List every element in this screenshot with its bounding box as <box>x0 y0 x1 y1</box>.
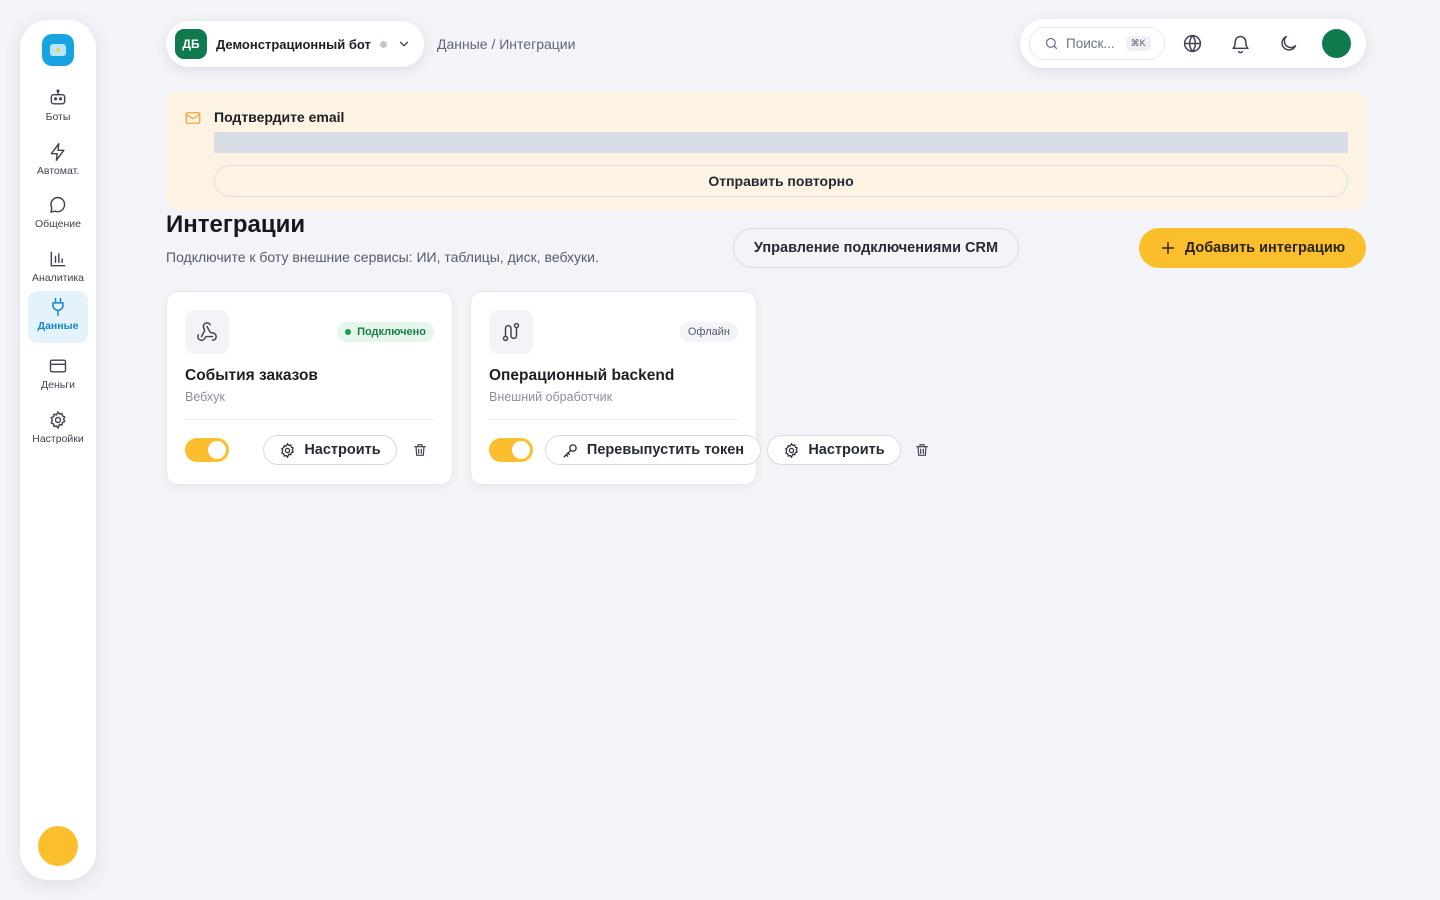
chevron-down-icon <box>399 41 408 47</box>
bot-status-dot <box>379 40 387 48</box>
sidebar-item-label: Настройки <box>32 433 84 445</box>
banner-placeholder-bar <box>214 132 1348 153</box>
search-icon <box>1045 37 1058 50</box>
reissue-token-label: Перевыпустить токен <box>586 442 745 458</box>
integration-icon-box <box>489 310 533 354</box>
moon-icon[interactable] <box>1278 33 1299 54</box>
breadcrumb: Данные / Интеграции <box>437 36 576 52</box>
search-shortcut: ⌘K <box>1125 36 1151 51</box>
resend-button[interactable]: Отправить повторно <box>214 165 1348 197</box>
globe-icon[interactable] <box>1182 33 1203 54</box>
sidebar-item-label: Общение <box>34 218 82 230</box>
bell-icon[interactable] <box>1230 33 1251 54</box>
add-integration-label: Добавить интеграцию <box>1184 240 1346 256</box>
gear-icon <box>50 410 66 430</box>
page-title: Интеграции <box>166 211 306 238</box>
sidebar-item-analytics[interactable]: Аналитика <box>28 243 88 293</box>
status-badge: Подключено <box>337 322 434 342</box>
lightning-icon <box>50 142 65 162</box>
chat-icon <box>50 196 66 213</box>
sidebar-item-label: Боты <box>45 111 71 123</box>
plus-icon <box>1161 241 1174 255</box>
integration-icon-box <box>185 310 229 354</box>
sidebar-item-label: Деньги <box>41 379 75 391</box>
sidebar-item-automation[interactable]: Автомат. <box>28 136 88 186</box>
card-divider <box>489 419 738 420</box>
add-integration-button[interactable]: Добавить интеграцию <box>1139 228 1366 268</box>
search-placeholder: Поиск... <box>1066 36 1115 51</box>
bot-name: Демонстрационный бот <box>216 36 371 52</box>
status-badge: Офлайн <box>679 322 738 342</box>
configure-label: Настроить <box>304 442 381 458</box>
webhook-icon <box>197 322 217 341</box>
bot-avatar: ДБ <box>175 29 207 59</box>
search-input[interactable]: Поиск... ⌘K <box>1029 27 1165 60</box>
bar-chart-icon <box>50 251 66 267</box>
bot-logo-icon[interactable] <box>42 34 74 66</box>
bot-icon <box>50 89 66 105</box>
bot-switcher[interactable]: ДБ Демонстрационный бот <box>166 21 424 67</box>
sidebar-item-label: Данные <box>37 320 79 332</box>
gear-icon <box>785 442 799 458</box>
sidebar-item-data[interactable]: Данные <box>28 291 88 343</box>
integration-toggle[interactable] <box>489 438 533 462</box>
sidebar: Боты Автомат. Общение Аналитика Данные Д… <box>20 20 96 880</box>
gear-icon <box>281 442 295 458</box>
sidebar-item-bots[interactable]: Боты <box>28 82 88 132</box>
integration-type: Вебхук <box>185 390 225 404</box>
integration-name: События заказов <box>185 367 318 384</box>
card-divider <box>185 419 434 420</box>
crm-connections-button[interactable]: Управление подключениями CRM <box>733 228 1019 268</box>
sidebar-item-settings[interactable]: Настройки <box>28 404 88 454</box>
trash-icon[interactable] <box>914 442 930 458</box>
route-icon <box>502 322 520 342</box>
configure-button[interactable]: Настроить <box>263 435 397 465</box>
integration-type: Внешний обработчик <box>489 390 613 404</box>
trash-icon[interactable] <box>412 442 428 458</box>
user-avatar[interactable] <box>38 826 78 866</box>
integration-card: Подключено События заказов Вебхук Настро… <box>166 291 453 485</box>
card-icon <box>49 359 67 373</box>
sidebar-item-label: Аналитика <box>32 272 84 284</box>
top-toolbar: Поиск... ⌘K <box>1020 19 1366 68</box>
reissue-token-button[interactable]: Перевыпустить токен <box>545 435 761 465</box>
key-icon <box>563 443 577 458</box>
profile-avatar[interactable] <box>1322 29 1351 58</box>
mail-icon <box>185 112 201 124</box>
configure-button[interactable]: Настроить <box>767 435 901 465</box>
integration-toggle[interactable] <box>185 438 229 462</box>
page-subtitle: Подключите к боту внешние сервисы: ИИ, т… <box>166 249 599 265</box>
banner-title: Подтвердите email <box>214 109 345 125</box>
configure-label: Настроить <box>808 442 885 458</box>
email-confirm-banner: Подтвердите email Отправить повторно <box>166 92 1366 210</box>
plug-icon <box>52 297 64 317</box>
integration-card: Офлайн Операционный backend Внешний обра… <box>470 291 928 485</box>
integration-name: Операционный backend <box>489 367 675 384</box>
sidebar-item-money[interactable]: Деньги <box>28 350 88 400</box>
sidebar-item-chat[interactable]: Общение <box>28 189 88 239</box>
sidebar-item-label: Автомат. <box>36 165 80 177</box>
